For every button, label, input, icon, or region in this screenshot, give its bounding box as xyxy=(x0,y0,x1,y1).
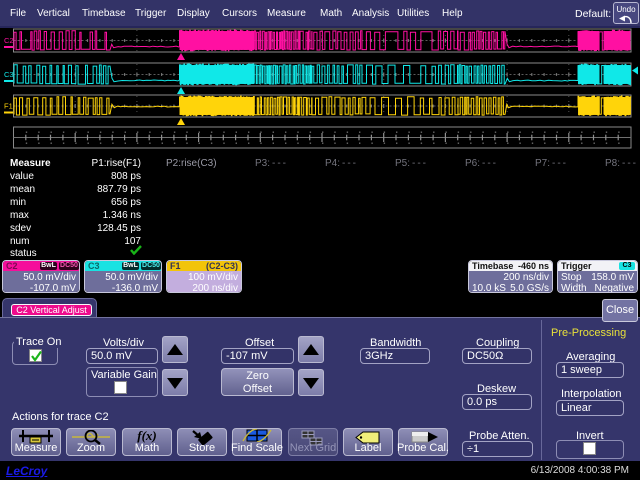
svg-text:C2: C2 xyxy=(4,36,14,45)
svg-text:F1: F1 xyxy=(4,102,13,111)
svg-text:C3: C3 xyxy=(4,70,14,79)
